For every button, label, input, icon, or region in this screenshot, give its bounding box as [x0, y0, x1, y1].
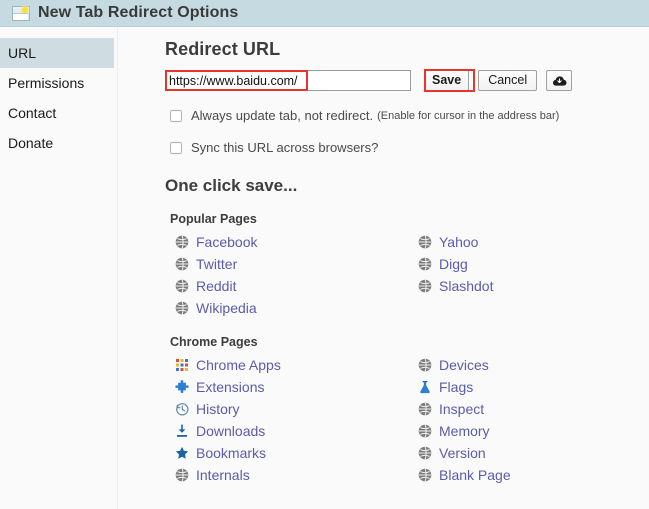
- link-twitter[interactable]: Twitter: [175, 253, 410, 275]
- globe-icon: [418, 235, 432, 249]
- link-blank-page[interactable]: Blank Page: [418, 464, 618, 486]
- link-downloads[interactable]: Downloads: [175, 420, 410, 442]
- link-digg[interactable]: Digg: [418, 253, 618, 275]
- globe-icon: [418, 446, 432, 460]
- window-titlebar: New Tab Redirect Options: [0, 0, 649, 27]
- flask-icon: [418, 380, 432, 394]
- globe-icon: [418, 358, 432, 372]
- link-label: Internals: [196, 467, 250, 483]
- link-label: Blank Page: [439, 467, 511, 483]
- link-flags[interactable]: Flags: [418, 376, 618, 398]
- save-button[interactable]: Save: [424, 70, 470, 91]
- link-inspect[interactable]: Inspect: [418, 398, 618, 420]
- link-yahoo[interactable]: Yahoo: [418, 231, 618, 253]
- globe-icon: [418, 257, 432, 271]
- link-label: Inspect: [439, 401, 485, 417]
- link-label: Bookmarks: [196, 445, 267, 461]
- always-update-note: (Enable for cursor in the address bar): [377, 109, 560, 122]
- group-title-popular-pages: Popular Pages: [170, 212, 257, 226]
- link-label: Reddit: [196, 278, 237, 294]
- always-update-checkbox[interactable]: [170, 109, 182, 122]
- globe-icon: [418, 424, 432, 438]
- globe-icon: [175, 468, 189, 482]
- link-label: Yahoo: [439, 234, 479, 250]
- link-label: Digg: [439, 256, 468, 272]
- cancel-button[interactable]: Cancel: [478, 70, 538, 91]
- sync-url-checkbox[interactable]: [170, 141, 182, 154]
- page-layout: URL Permissions Contact Donate Redirect …: [0, 27, 649, 509]
- link-extensions[interactable]: Extensions: [175, 376, 410, 398]
- popular-pages-columns: Facebook Twitter Reddit Wikipedia Yahoo …: [165, 231, 649, 319]
- cloud-download-button[interactable]: [546, 70, 573, 91]
- chrome-pages-right-column: Devices Flags Inspect Memory Version Bla…: [410, 354, 618, 486]
- star-icon: [175, 446, 189, 460]
- link-label: Memory: [439, 423, 490, 439]
- globe-icon: [418, 468, 432, 482]
- chrome-pages-columns: Chrome Apps Extensions History Downloads…: [165, 354, 649, 486]
- clock-history-icon: [175, 402, 189, 416]
- link-devices[interactable]: Devices: [418, 354, 618, 376]
- link-label: Extensions: [196, 379, 265, 395]
- sidebar-item-label: Contact: [8, 105, 57, 121]
- globe-icon: [418, 279, 432, 293]
- sidebar-item-contact[interactable]: Contact: [0, 98, 114, 128]
- link-history[interactable]: History: [175, 398, 410, 420]
- link-facebook[interactable]: Facebook: [175, 231, 410, 253]
- main-content: Redirect URL Save Cancel Always update t…: [118, 27, 649, 509]
- cloud-download-icon: [552, 75, 567, 87]
- sidebar-item-label: Donate: [8, 135, 54, 151]
- photo-landscape-icon: [12, 5, 30, 21]
- link-label: Wikipedia: [196, 300, 257, 316]
- link-label: Devices: [439, 357, 489, 373]
- globe-icon: [175, 257, 189, 271]
- link-internals[interactable]: Internals: [175, 464, 410, 486]
- sidebar: URL Permissions Contact Donate: [0, 27, 118, 509]
- link-label: Chrome Apps: [196, 357, 281, 373]
- link-slashdot[interactable]: Slashdot: [418, 275, 618, 297]
- checkbox-row-sync-url: Sync this URL across browsers?: [165, 140, 649, 155]
- apps-grid-icon: [175, 358, 189, 372]
- sidebar-item-label: Permissions: [8, 75, 85, 91]
- link-label: Facebook: [196, 234, 258, 250]
- one-click-save-title: One click save...: [165, 176, 298, 195]
- checkbox-row-always-update: Always update tab, not redirect. (Enable…: [165, 108, 649, 123]
- link-label: Downloads: [196, 423, 266, 439]
- link-label: Version: [439, 445, 486, 461]
- page-title: Redirect URL: [165, 39, 281, 59]
- globe-icon: [175, 235, 189, 249]
- chrome-pages-left-column: Chrome Apps Extensions History Downloads…: [165, 354, 410, 486]
- sidebar-item-url[interactable]: URL: [0, 38, 114, 68]
- always-update-label: Always update tab, not redirect.: [191, 108, 374, 123]
- link-bookmarks[interactable]: Bookmarks: [175, 442, 410, 464]
- sidebar-item-permissions[interactable]: Permissions: [0, 68, 114, 98]
- window-title: New Tab Redirect Options: [38, 4, 239, 21]
- puzzle-icon: [175, 380, 189, 394]
- sync-url-label: Sync this URL across browsers?: [191, 140, 379, 155]
- link-label: Twitter: [196, 256, 238, 272]
- popular-pages-right-column: Yahoo Digg Slashdot: [410, 231, 618, 319]
- globe-icon: [175, 301, 189, 315]
- popular-pages-left-column: Facebook Twitter Reddit Wikipedia: [165, 231, 410, 319]
- link-memory[interactable]: Memory: [418, 420, 618, 442]
- globe-icon: [418, 402, 432, 416]
- redirect-url-input[interactable]: [165, 70, 411, 91]
- link-reddit[interactable]: Reddit: [175, 275, 410, 297]
- link-label: Slashdot: [439, 278, 494, 294]
- redirect-url-row: Save Cancel: [165, 69, 649, 92]
- group-title-chrome-pages: Chrome Pages: [170, 335, 258, 349]
- link-version[interactable]: Version: [418, 442, 618, 464]
- sidebar-item-label: URL: [8, 45, 37, 61]
- link-wikipedia[interactable]: Wikipedia: [175, 297, 410, 319]
- sidebar-item-donate[interactable]: Donate: [0, 128, 114, 158]
- globe-icon: [175, 279, 189, 293]
- link-label: History: [196, 401, 240, 417]
- link-chrome-apps[interactable]: Chrome Apps: [175, 354, 410, 376]
- download-icon: [175, 424, 189, 438]
- link-label: Flags: [439, 379, 474, 395]
